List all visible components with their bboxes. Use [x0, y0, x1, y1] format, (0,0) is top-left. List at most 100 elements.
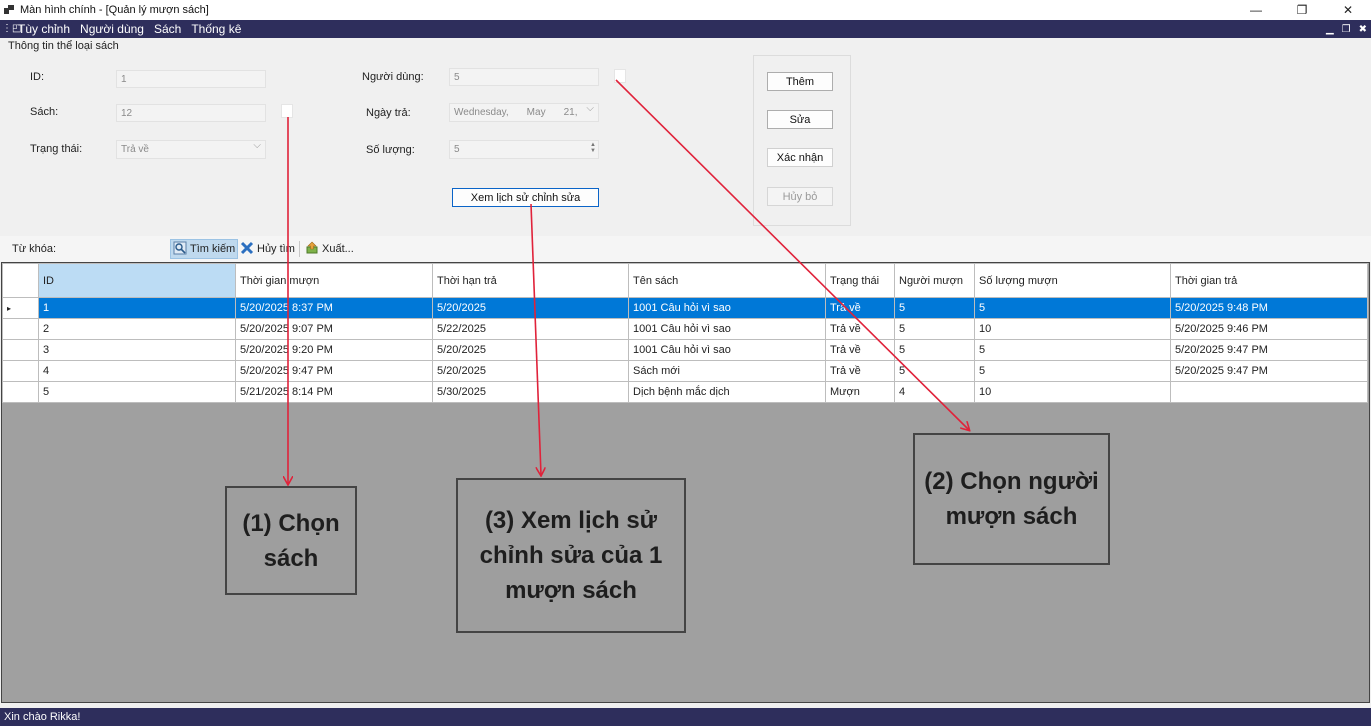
- column-header-borrower[interactable]: Người mượn: [894, 263, 975, 298]
- cell-return-time[interactable]: 5/20/2025 9:46 PM: [1170, 318, 1368, 340]
- cancel-button[interactable]: Hủy bỏ: [767, 187, 833, 206]
- add-button[interactable]: Thêm: [767, 72, 833, 91]
- id-field[interactable]: 1: [116, 70, 266, 88]
- cell-borrower[interactable]: 5: [894, 318, 975, 340]
- cell-id[interactable]: 1: [38, 297, 236, 319]
- toolbar-separator: [299, 241, 300, 257]
- table-row[interactable]: 2 5/20/2025 9:07 PM 5/22/2025 1001 Câu hỏi …: [2, 318, 1368, 340]
- book-label: Sách:: [30, 106, 59, 118]
- window-title: Màn hình chính - [Quản lý mượn sách]: [20, 4, 209, 16]
- cancel-search-label: Hủy tìm: [257, 243, 295, 255]
- mdi-restore-icon[interactable]: ❐: [1342, 24, 1351, 35]
- column-header-return-time[interactable]: Thời gian trả: [1170, 263, 1368, 298]
- row-header[interactable]: [2, 318, 39, 340]
- close-icon: [240, 241, 254, 258]
- search-icon: [173, 241, 187, 258]
- keyword-input[interactable]: [60, 240, 168, 258]
- status-select[interactable]: Trả về: [116, 140, 266, 159]
- cell-due-date[interactable]: 5/20/2025: [432, 360, 629, 382]
- callout-choose-book: (1) Chọn sách: [225, 486, 357, 595]
- menu-item-books[interactable]: Sách: [154, 22, 181, 36]
- export-label: Xuất...: [322, 243, 354, 255]
- row-header[interactable]: [2, 339, 39, 361]
- cell-due-date[interactable]: 5/30/2025: [432, 381, 629, 403]
- cell-quantity[interactable]: 10: [974, 381, 1171, 403]
- cell-borrow-time[interactable]: 5/20/2025 9:07 PM: [235, 318, 433, 340]
- cell-id[interactable]: 5: [38, 381, 236, 403]
- quantity-label: Số lượng:: [366, 144, 415, 156]
- column-header-status[interactable]: Trạng thái: [825, 263, 895, 298]
- menu-item-options[interactable]: Tùy chỉnh: [18, 22, 70, 36]
- cell-id[interactable]: 2: [38, 318, 236, 340]
- cell-due-date[interactable]: 5/22/2025: [432, 318, 629, 340]
- cell-book-name[interactable]: 1001 Câu hỏi vì sao: [628, 339, 826, 361]
- cell-status[interactable]: Trả về: [825, 360, 895, 382]
- restore-button[interactable]: ❐: [1279, 0, 1325, 20]
- cell-book-name[interactable]: Sách mới: [628, 360, 826, 382]
- cell-return-time[interactable]: 5/20/2025 9:47 PM: [1170, 360, 1368, 382]
- cell-return-time[interactable]: [1170, 381, 1368, 403]
- column-header-book-name[interactable]: Tên sách: [628, 263, 826, 298]
- user-field[interactable]: 5: [449, 68, 599, 86]
- edit-button[interactable]: Sửa: [767, 110, 833, 129]
- export-button[interactable]: Xuất...: [303, 239, 356, 259]
- row-header-corner[interactable]: [2, 263, 39, 298]
- confirm-button[interactable]: Xác nhận: [767, 148, 833, 167]
- callout-choose-borrower: (2) Chọn người mượn sách: [913, 433, 1110, 565]
- cell-status[interactable]: Trả về: [825, 339, 895, 361]
- column-header-id[interactable]: ID: [38, 263, 236, 298]
- table-row[interactable]: ▸ 1 5/20/2025 8:37 PM 5/20/2025 1001 Câu hỏi…: [2, 297, 1368, 319]
- cell-due-date[interactable]: 5/20/2025: [432, 339, 629, 361]
- cell-borrower[interactable]: 5: [894, 297, 975, 319]
- search-button[interactable]: Tìm kiếm: [170, 239, 239, 259]
- cell-borrow-time[interactable]: 5/20/2025 8:37 PM: [235, 297, 433, 319]
- cell-quantity[interactable]: 10: [974, 318, 1171, 340]
- choose-book-button[interactable]: [281, 104, 293, 118]
- row-header[interactable]: ▸: [2, 297, 39, 319]
- column-header-borrow-time[interactable]: Thời gian mượn: [235, 263, 433, 298]
- cell-due-date[interactable]: 5/20/2025: [432, 297, 629, 319]
- cell-book-name[interactable]: Dịch bệnh mắc dịch: [628, 381, 826, 403]
- cell-borrower[interactable]: 5: [894, 360, 975, 382]
- mdi-close-icon[interactable]: ✖: [1359, 24, 1367, 35]
- quantity-stepper[interactable]: 5 ▲ ▼: [449, 140, 599, 159]
- cell-book-name[interactable]: 1001 Câu hỏi vì sao: [628, 318, 826, 340]
- minimize-button[interactable]: —: [1233, 0, 1279, 20]
- cancel-search-button[interactable]: Hủy tìm: [238, 239, 297, 259]
- cell-id[interactable]: 4: [38, 360, 236, 382]
- quantity-value: 5: [454, 144, 460, 155]
- close-button[interactable]: ✕: [1325, 0, 1371, 20]
- cell-id[interactable]: 3: [38, 339, 236, 361]
- cell-quantity[interactable]: 5: [974, 297, 1171, 319]
- cell-borrow-time[interactable]: 5/20/2025 9:20 PM: [235, 339, 433, 361]
- table-row[interactable]: 5 5/21/2025 8:14 PM 5/30/2025 Dịch bệnh mắc…: [2, 381, 1368, 403]
- row-header[interactable]: [2, 381, 39, 403]
- column-header-quantity[interactable]: Số lượng mượn: [974, 263, 1171, 298]
- menu-item-users[interactable]: Người dùng: [80, 22, 144, 36]
- cell-status[interactable]: Trả về: [825, 297, 895, 319]
- cell-quantity[interactable]: 5: [974, 360, 1171, 382]
- mdi-controls: ▁ ❐ ✖: [1326, 20, 1367, 38]
- cell-return-time[interactable]: 5/20/2025 9:47 PM: [1170, 339, 1368, 361]
- cell-book-name[interactable]: 1001 Câu hỏi vì sao: [628, 297, 826, 319]
- cell-status[interactable]: Mượn: [825, 381, 895, 403]
- cell-quantity[interactable]: 5: [974, 339, 1171, 361]
- cell-return-time[interactable]: 5/20/2025 9:48 PM: [1170, 297, 1368, 319]
- cell-borrow-time[interactable]: 5/21/2025 8:14 PM: [235, 381, 433, 403]
- book-field[interactable]: 12: [116, 104, 266, 122]
- row-header[interactable]: [2, 360, 39, 382]
- cell-borrower[interactable]: 5: [894, 339, 975, 361]
- cell-status[interactable]: Trả về: [825, 318, 895, 340]
- spin-arrows-icon[interactable]: ▲ ▼: [590, 142, 596, 154]
- table-row[interactable]: 4 5/20/2025 9:47 PM 5/20/2025 Sách mới Trả v…: [2, 360, 1368, 382]
- cell-borrow-time[interactable]: 5/20/2025 9:47 PM: [235, 360, 433, 382]
- mdi-minimize-icon[interactable]: ▁: [1326, 24, 1334, 35]
- return-date-picker[interactable]: Wednesday, May 21,: [449, 103, 599, 122]
- menu-item-statistics[interactable]: Thống kê: [191, 22, 241, 36]
- cell-borrower[interactable]: 4: [894, 381, 975, 403]
- id-label: ID:: [30, 71, 45, 83]
- column-header-due-date[interactable]: Thời hạn trả: [432, 263, 629, 298]
- choose-user-button[interactable]: [614, 69, 626, 83]
- table-row[interactable]: 3 5/20/2025 9:20 PM 5/20/2025 1001 Câu hỏi …: [2, 339, 1368, 361]
- view-history-button[interactable]: Xem lịch sử chỉnh sửa: [452, 188, 599, 207]
